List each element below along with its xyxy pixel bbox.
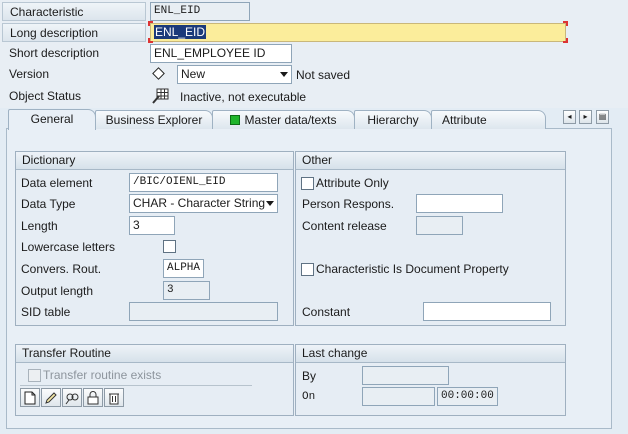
length-label: Length bbox=[21, 219, 58, 233]
data-element-label: Data element bbox=[21, 176, 93, 190]
delete-icon[interactable] bbox=[104, 388, 124, 407]
characteristic-label: Characteristic bbox=[2, 2, 146, 21]
tab-attribute[interactable]: Attribute bbox=[431, 110, 546, 129]
transfer-routine-label: Transfer routine exists bbox=[43, 368, 162, 382]
doc-property-label: Characteristic Is Document Property bbox=[316, 262, 509, 276]
object-status-icon bbox=[152, 88, 170, 104]
characteristic-field[interactable]: ENL_EID bbox=[150, 2, 250, 21]
chevron-down-icon bbox=[280, 72, 288, 77]
tab-attribute-label: Attribute bbox=[442, 113, 487, 127]
data-type-value: CHAR - Character String bbox=[133, 196, 266, 210]
corner-marker-tr bbox=[563, 21, 568, 26]
data-type-dropdown[interactable]: CHAR - Character String bbox=[129, 194, 278, 213]
convers-rout-label: Convers. Rout. bbox=[21, 262, 102, 276]
attribute-only-checkbox[interactable] bbox=[301, 177, 314, 190]
transfer-routine-checkbox[interactable] bbox=[28, 369, 41, 382]
lowercase-label: Lowercase letters bbox=[21, 240, 116, 254]
create-icon[interactable] bbox=[20, 388, 40, 407]
on-time-field[interactable]: 00:00:00 bbox=[437, 387, 498, 406]
attribute-only-label: Attribute Only bbox=[316, 176, 389, 190]
tab-hierarchy-label: Hierarchy bbox=[367, 113, 419, 127]
long-description-field[interactable]: ENL_EID bbox=[150, 23, 566, 42]
tab-scroll-left-button[interactable]: ◂ bbox=[563, 110, 576, 124]
tab-business-explorer-label: Business Explorer bbox=[105, 113, 203, 127]
constant-label: Constant bbox=[302, 305, 351, 319]
by-label: By bbox=[302, 369, 317, 383]
status-green-icon bbox=[230, 115, 241, 125]
output-length-field[interactable]: 3 bbox=[163, 281, 210, 300]
tab-business-explorer[interactable]: Business Explorer bbox=[95, 110, 213, 129]
edit-icon[interactable] bbox=[41, 388, 61, 407]
short-description-label: Short description bbox=[9, 46, 100, 60]
version-status-text: Not saved bbox=[296, 68, 351, 82]
other-title: Other bbox=[296, 152, 565, 170]
dictionary-title: Dictionary bbox=[16, 152, 293, 170]
data-type-label: Data Type bbox=[21, 197, 76, 211]
transfer-routine-separator bbox=[20, 385, 252, 386]
short-description-field[interactable]: ENL_EMPLOYEE ID bbox=[150, 44, 292, 63]
by-field[interactable] bbox=[362, 366, 449, 385]
content-release-label: Content release bbox=[302, 219, 387, 233]
long-description-selected-text: ENL_EID bbox=[154, 25, 207, 39]
person-respons-field[interactable] bbox=[416, 194, 503, 213]
corner-marker-br bbox=[563, 38, 568, 43]
corner-marker-bl bbox=[148, 38, 153, 43]
lowercase-checkbox[interactable] bbox=[163, 240, 176, 253]
chevron-down-icon bbox=[266, 201, 274, 206]
convers-rout-field[interactable]: ALPHA bbox=[163, 259, 204, 278]
lock-icon[interactable] bbox=[83, 388, 103, 407]
output-length-label: Output length bbox=[21, 284, 94, 298]
version-dropdown-value: New bbox=[181, 67, 206, 81]
long-description-label: Long description bbox=[2, 23, 146, 42]
tab-list-menu-button[interactable]: ▤ bbox=[596, 110, 609, 124]
sid-table-field[interactable] bbox=[129, 302, 278, 321]
tab-hierarchy[interactable]: Hierarchy bbox=[354, 110, 432, 129]
content-release-field[interactable] bbox=[416, 216, 463, 235]
person-respons-label: Person Respons. bbox=[302, 197, 395, 211]
tab-master-data-texts[interactable]: Master data/texts bbox=[212, 110, 355, 129]
object-status-text: Inactive, not executable bbox=[180, 90, 307, 104]
data-element-field[interactable]: /BIC/OIENL_EID bbox=[129, 173, 278, 192]
display-icon[interactable] bbox=[62, 388, 82, 407]
tab-master-data-texts-label: Master data/texts bbox=[244, 113, 337, 127]
transfer-routine-title: Transfer Routine bbox=[16, 345, 293, 363]
version-dropdown[interactable]: New bbox=[177, 65, 292, 84]
tab-scroll-right-button[interactable]: ▸ bbox=[579, 110, 592, 124]
on-label: On bbox=[302, 391, 316, 403]
doc-property-checkbox[interactable] bbox=[301, 263, 314, 276]
length-field[interactable]: 3 bbox=[129, 216, 175, 235]
transfer-routine-toolbar bbox=[20, 388, 124, 408]
object-status-label: Object Status bbox=[9, 89, 82, 103]
corner-marker-tl bbox=[148, 21, 153, 26]
on-date-field[interactable] bbox=[362, 387, 435, 406]
tab-general-label: General bbox=[30, 112, 74, 126]
version-label: Version bbox=[9, 67, 50, 81]
last-change-title: Last change bbox=[296, 345, 565, 363]
tab-general[interactable]: General bbox=[8, 109, 96, 130]
sid-table-label: SID table bbox=[21, 305, 71, 319]
constant-field[interactable] bbox=[423, 302, 551, 321]
